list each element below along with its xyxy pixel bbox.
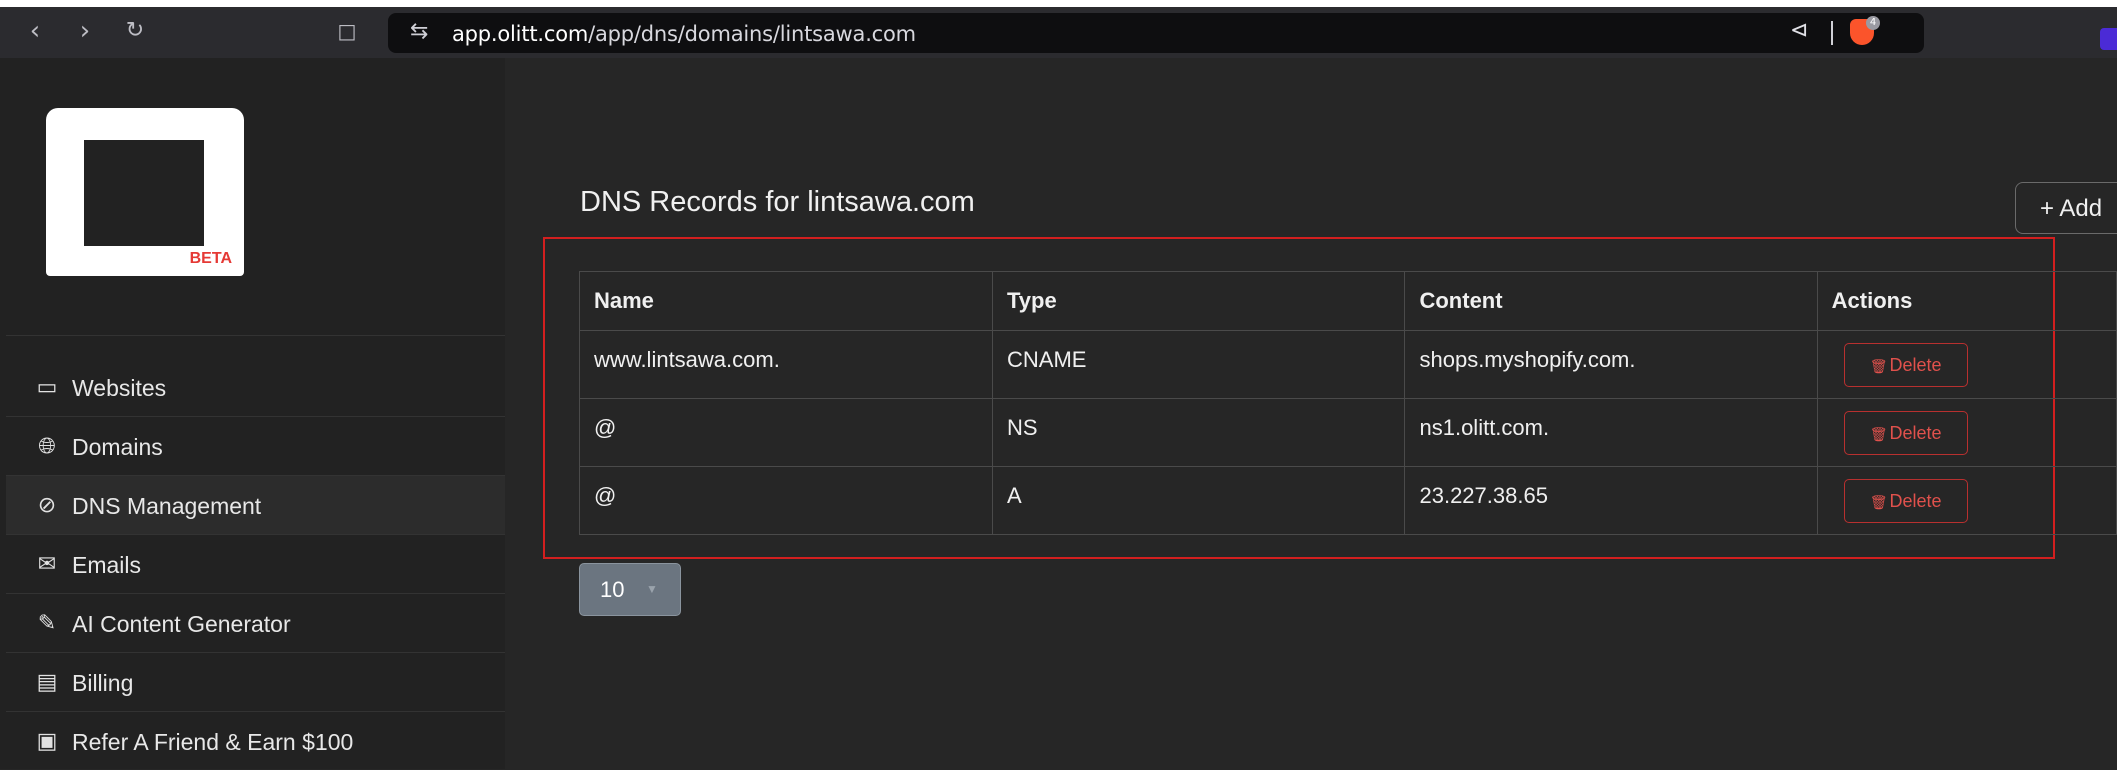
site-settings-icon[interactable]: ⇆ (410, 19, 428, 44)
trash-icon: 🗑︎ (1869, 494, 1888, 510)
url-host: app.olitt.com (452, 22, 589, 46)
delete-label: Delete (1889, 423, 1942, 443)
sidebar-item-label: Websites (72, 375, 167, 401)
trash-icon: 🗑︎ (1869, 426, 1888, 442)
browser-chrome: ‹ › ↻ □ ⇆ app.olitt.com/app/dns/domains/… (0, 0, 2117, 58)
sidebar-item-ai-content-generator[interactable]: ✎ AI Content Generator (6, 594, 505, 652)
record-name: @ (579, 466, 993, 535)
extension-icon[interactable] (2100, 28, 2117, 50)
sidebar-item-label: Emails (72, 552, 142, 578)
back-icon[interactable]: ‹ (20, 16, 50, 46)
app-logo[interactable]: BETA (46, 108, 244, 276)
url-path: /app/dns/domains/lintsawa.com (588, 22, 916, 46)
ticket-icon: ▣ (36, 729, 58, 754)
record-actions: 🗑︎ Delete (1816, 330, 2117, 399)
sidebar: BETA ▭ Websites 🌐︎ Domains ⊘ DNS Managem… (0, 58, 505, 769)
logo-mark (84, 140, 204, 246)
sidebar-item-label: Domains (72, 434, 163, 460)
share-icon[interactable]: ⊲ (1790, 18, 1808, 43)
bookmark-icon[interactable]: □ (332, 16, 362, 46)
sidebar-item-websites[interactable]: ▭ Websites (6, 358, 505, 416)
globe-icon: 🌐︎ (38, 434, 56, 459)
sidebar-item-label: Refer A Friend & Earn $100 (72, 729, 354, 755)
record-type: NS (991, 398, 1406, 467)
beta-badge: BETA (189, 250, 232, 267)
record-type: A (991, 466, 1406, 535)
sidebar-item-domains[interactable]: 🌐︎ Domains (6, 417, 505, 475)
column-header-name[interactable]: Name (579, 271, 993, 331)
trash-icon: 🗑︎ (1869, 358, 1888, 374)
delete-label: Delete (1889, 491, 1942, 511)
record-actions: 🗑︎ Delete (1816, 398, 2117, 467)
sidebar-item-dns-management[interactable]: ⊘ DNS Management (6, 476, 505, 534)
add-record-button[interactable]: + Add (2015, 182, 2117, 234)
sidebar-item-refer-a-friend[interactable]: ▣ Refer A Friend & Earn $100 (6, 712, 505, 770)
envelope-icon: ✉ (37, 552, 57, 577)
receipt-icon: ▤ (36, 670, 58, 695)
page-size-select[interactable]: 10 ▼ (579, 563, 681, 616)
table-row: @ A 23.227.38.65 🗑︎ Delete (579, 466, 2117, 535)
window-top-edge (0, 0, 2117, 7)
delete-button[interactable]: 🗑︎ Delete (1843, 479, 1968, 523)
sidebar-divider (6, 335, 505, 336)
page-size-value: 10 (600, 577, 625, 602)
page-title: DNS Records for lintsawa.com (580, 186, 975, 218)
sidebar-item-label: AI Content Generator (72, 611, 291, 637)
delete-button[interactable]: 🗑︎ Delete (1843, 411, 1968, 455)
record-type: CNAME (991, 330, 1406, 399)
pen-icon: ✎ (37, 611, 57, 636)
sidebar-item-label: DNS Management (72, 493, 262, 519)
forward-icon[interactable]: › (70, 16, 100, 46)
column-header-content[interactable]: Content (1404, 271, 1818, 331)
table-row: @ NS ns1.olitt.com. 🗑︎ Delete (579, 398, 2117, 467)
url-text[interactable]: app.olitt.com/app/dns/domains/lintsawa.c… (452, 22, 916, 46)
record-name: www.lintsawa.com. (579, 330, 993, 399)
column-header-type[interactable]: Type (991, 271, 1406, 331)
table-header-row: Name Type Content Actions (579, 271, 2117, 331)
url-separator (1831, 21, 1833, 45)
shields-count-badge: 4 (1866, 16, 1880, 30)
record-name: @ (579, 398, 993, 467)
delete-label: Delete (1889, 355, 1942, 375)
table-row: www.lintsawa.com. CNAME shops.myshopify.… (579, 330, 2117, 399)
compass-icon: ⊘ (37, 493, 57, 518)
record-actions: 🗑︎ Delete (1816, 466, 2117, 535)
sidebar-item-billing[interactable]: ▤ Billing (6, 653, 505, 711)
column-header-actions: Actions (1816, 271, 2117, 331)
record-content: shops.myshopify.com. (1404, 330, 1818, 399)
browser-window-icon: ▭ (36, 375, 58, 400)
dns-records-table: Name Type Content Actions www.lintsawa.c… (579, 271, 2117, 535)
record-content: 23.227.38.65 (1404, 466, 1818, 535)
record-content: ns1.olitt.com. (1404, 398, 1818, 467)
delete-button[interactable]: 🗑︎ Delete (1843, 343, 1968, 387)
sidebar-item-label: Billing (72, 670, 134, 696)
sidebar-item-emails[interactable]: ✉ Emails (6, 535, 505, 593)
chevron-down-icon: ▼ (646, 582, 658, 596)
address-bar[interactable]: ⇆ app.olitt.com/app/dns/domains/lintsawa… (388, 13, 1924, 53)
reload-icon[interactable]: ↻ (120, 16, 150, 46)
